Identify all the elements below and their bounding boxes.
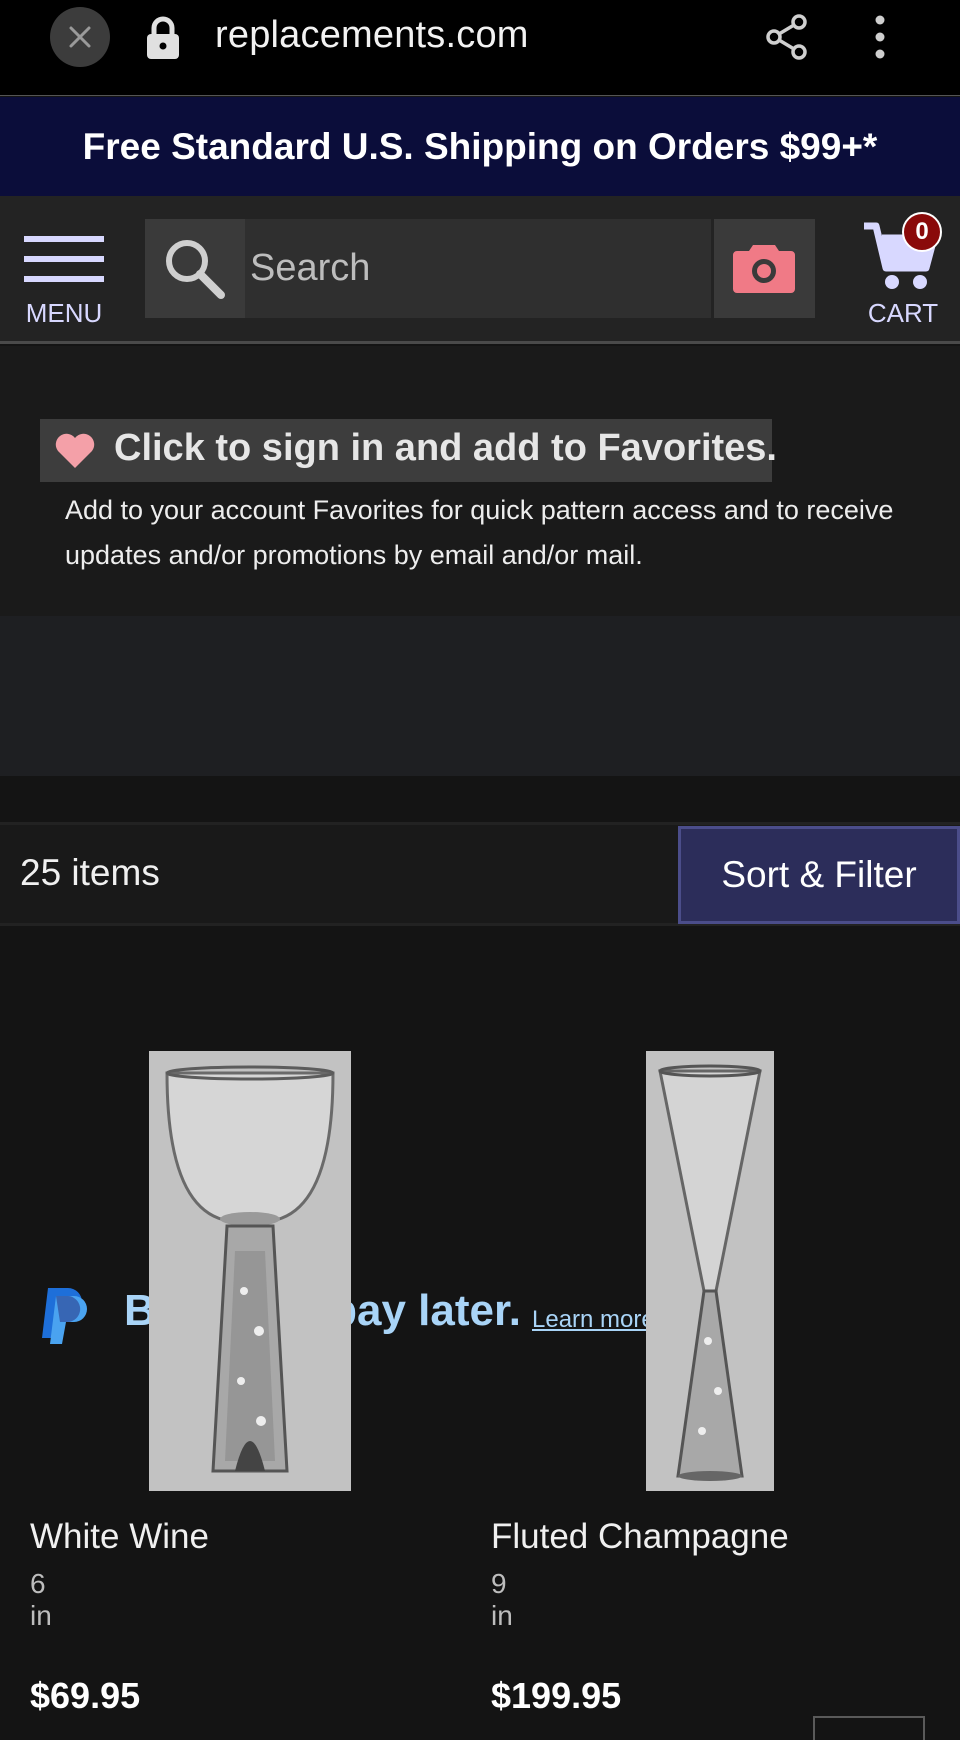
cart-label: CART: [867, 298, 939, 328]
paypal-banner: Buy now, pay later. Learn more: [0, 616, 960, 1344]
wine-glass-image: [149, 1051, 351, 1491]
back-to-top-button[interactable]: [813, 1716, 925, 1740]
close-icon: [69, 26, 91, 48]
menu-label: MENU: [25, 298, 103, 328]
search-input[interactable]: [250, 219, 705, 318]
favorites-signin-button[interactable]: Click to sign in and add to Favorites.: [40, 419, 777, 482]
heart-icon: [55, 433, 95, 468]
close-tab-button[interactable]: [50, 7, 110, 67]
camera-icon: [733, 245, 795, 293]
hamburger-icon: [24, 236, 104, 282]
product-image-fluted-champagne[interactable]: [646, 1051, 774, 1491]
product-price: $69.95: [30, 1675, 141, 1716]
favorites-description: Add to your account Favorites for quick …: [65, 495, 894, 570]
kebab-menu-icon[interactable]: [866, 14, 894, 60]
product-name[interactable]: White Wine: [30, 1517, 209, 1557]
shipping-promo-banner[interactable]: Free Standard U.S. Shipping on Orders $9…: [0, 97, 960, 196]
paypal-learn-more-link[interactable]: Learn more: [532, 1306, 655, 1334]
browser-toolbar: replacements.com: [0, 0, 960, 96]
champagne-flute-image: [646, 1051, 774, 1491]
product-price: $199.95: [491, 1675, 622, 1716]
cart-button[interactable]: 0 CART: [858, 212, 948, 330]
product-image-white-wine[interactable]: [149, 1051, 351, 1491]
promo-text: Free Standard U.S. Shipping on Orders $9…: [82, 125, 878, 167]
search-icon: [166, 240, 225, 299]
menu-button[interactable]: MENU: [18, 236, 110, 331]
product-size: 9 in: [491, 1568, 513, 1631]
paypal-icon: [42, 1288, 87, 1344]
lock-icon: [147, 16, 179, 59]
visual-search-button[interactable]: [714, 219, 815, 318]
results-count: 25 items: [20, 852, 160, 893]
share-icon[interactable]: [765, 14, 809, 60]
favorites-signin-label: Click to sign in and add to Favorites.: [114, 427, 777, 469]
search-button[interactable]: [145, 219, 245, 318]
cart-count-badge: 0: [902, 212, 942, 252]
url-text[interactable]: replacements.com: [215, 14, 529, 57]
sort-filter-button[interactable]: Sort & Filter: [678, 826, 960, 924]
product-name[interactable]: Fluted Champagne: [491, 1517, 789, 1557]
product-size: 6 in: [30, 1568, 52, 1631]
